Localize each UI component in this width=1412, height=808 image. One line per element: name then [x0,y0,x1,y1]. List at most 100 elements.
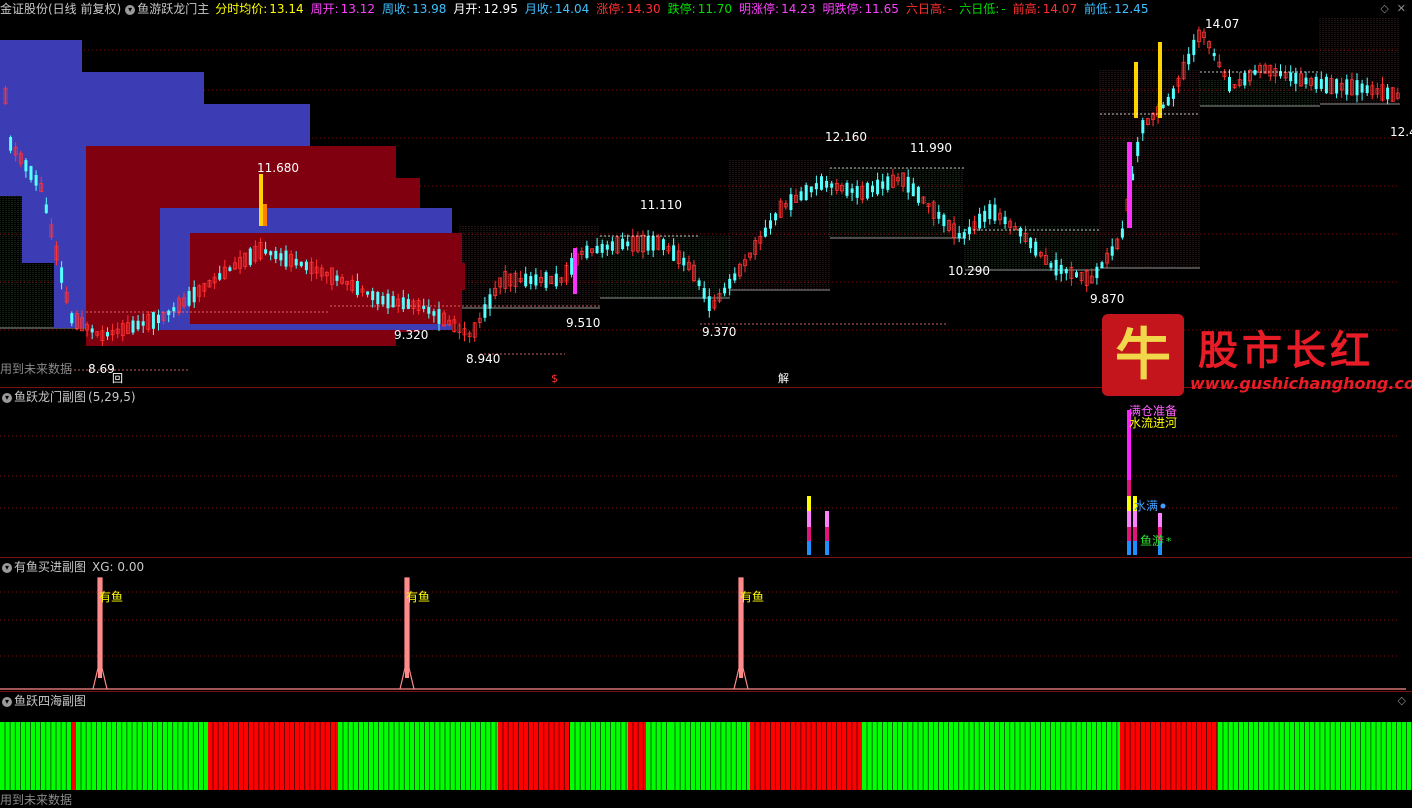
candle-body [1029,237,1033,249]
candle-body [978,213,982,229]
candle-body [172,307,176,312]
signal-label: 有鱼 [99,590,123,604]
candle-body [1161,104,1165,108]
price-label: 10.290 [948,264,990,278]
field-value: 11.70 [697,2,733,16]
signal-bar-segment [807,541,811,555]
candle-body [151,312,155,329]
candle-body [141,321,145,326]
collapse-icon[interactable]: ▾ [125,4,136,15]
candle-body [605,244,609,250]
candle-body [1345,79,1349,95]
candle-body [911,183,915,197]
candle-body [881,181,885,189]
candle-body [1075,272,1078,278]
bull-logo-icon: 牛 [1102,314,1184,396]
candle-body [157,314,160,324]
candle-body [1059,264,1063,274]
candle-body [248,248,252,265]
candle-body [167,310,171,315]
candle-body [304,261,308,271]
candle-body [707,296,711,311]
signal-bar-segment [825,511,829,527]
candle-body [1212,52,1216,57]
candle-body [1136,141,1140,156]
price-label: 12.4 [1390,125,1412,139]
candle-body [355,280,359,295]
candle-body [1294,72,1298,84]
signal-stick [573,248,577,294]
price-label: 9.510 [566,316,600,330]
field-value: - [1001,2,1006,16]
diamond-icon[interactable]: ◇ [1398,694,1406,707]
diamond-icon[interactable]: ◇ [1380,2,1388,15]
stock-title: 金证股份(日线 前复权) [0,2,122,16]
candle-body [763,227,767,237]
candle-body [1289,72,1293,82]
candle-body [1355,80,1359,96]
field-value: 13.98 [412,2,447,16]
candle-body [855,185,859,198]
signal-stick [1158,42,1162,118]
candle-body [993,204,997,221]
close-icon[interactable]: ✕ [1397,2,1406,15]
price-label: 9.870 [1090,292,1124,306]
field-label: 月收: [524,2,553,16]
indicator-name[interactable]: 鱼游跃龙门主 [137,2,209,16]
candle-body [432,311,436,316]
watermark-logo: 牛 股市长红 www.gushichanghong.com [1098,312,1412,398]
candle-body [136,320,140,330]
candle-body [988,204,992,220]
field-value: 14.23 [781,2,816,16]
candle-body [1018,227,1022,237]
candle-body [401,297,405,310]
signal-bar-segment [825,527,829,541]
price-label: 12.160 [825,130,867,144]
signal-stick [259,174,263,226]
candle-body [983,210,987,222]
indicator-values: 分时均价: 13.14 周开: 13.12 周收: 13.98 月开: 12.95 月收: 14.… [215,2,1155,16]
candle-body [294,258,298,266]
field-value: 13.12 [340,2,376,16]
candle-body [610,241,614,251]
candle-body [1324,76,1328,94]
candle-body [1243,72,1247,86]
candle-body [554,273,558,287]
field-label: 涨停: [596,2,625,16]
candle-body [228,267,232,271]
candle-body [646,236,650,251]
candle-body [381,296,385,305]
candle-body [427,307,431,314]
candle-body [595,245,599,254]
candle-body [284,250,288,267]
candle-body [672,245,676,261]
candle-body [279,253,283,261]
main-future-note: 用到未来数据 [0,362,73,376]
candle-body [942,214,946,227]
candle-body [1049,263,1053,268]
candle-body [9,137,13,151]
candle-body [702,288,706,299]
field-value: 12.95 [483,2,518,16]
candle-body [769,220,772,229]
signal-label: 水流进河 [1129,416,1177,430]
chart-marker: 回 [112,372,123,385]
signal-stick [263,204,267,226]
field-label: 前高: [1012,2,1041,16]
candle-body [728,278,732,289]
field-label: 周收: [382,2,411,16]
candle-body [1095,266,1099,279]
candle-body [865,183,869,199]
field-label: 明跌停: [822,2,863,16]
candle-body [651,235,655,251]
field-label: 明涨停: [739,2,780,16]
price-label: 14.07 [1205,18,1239,31]
candle-body [1110,246,1114,256]
signal-bar-segment [807,527,811,541]
candle-body [1141,120,1145,134]
candle-body [131,320,135,333]
price-label: 9.320 [394,328,428,342]
candle-body [529,276,533,284]
candle-body [962,232,966,239]
candle-body [809,186,813,193]
